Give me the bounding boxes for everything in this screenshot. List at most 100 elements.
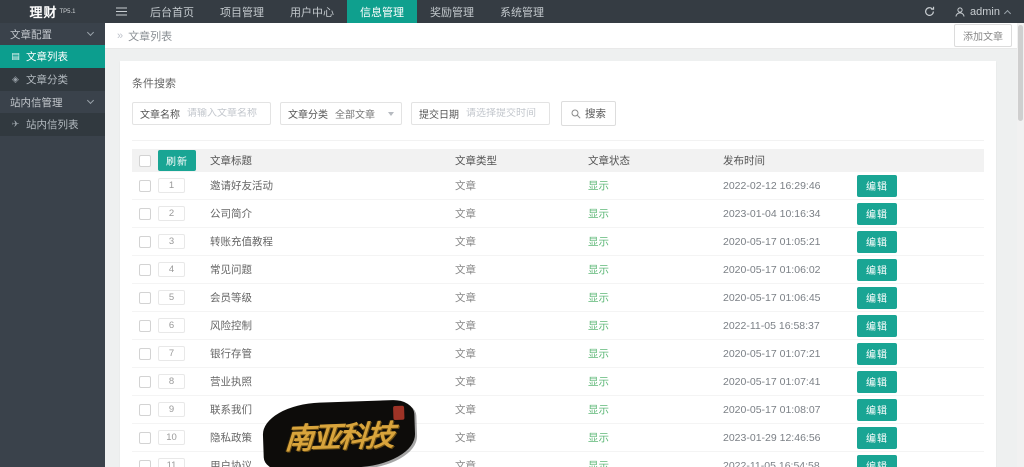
sidebar-group-label: 文章配置 [10,28,52,41]
row-checkbox[interactable] [139,431,151,444]
order-input[interactable]: 7 [158,346,185,361]
user-menu[interactable]: admin [955,5,1012,18]
sidebar-group-header[interactable]: 站内信管理 [0,91,105,113]
edit-button[interactable]: 编辑 [857,286,897,309]
edit-button[interactable]: 编辑 [857,258,897,281]
article-list-icon: ▤ [11,51,20,61]
username: admin [970,5,1000,18]
category-select[interactable]: 文章分类 全部文章 [280,102,402,125]
order-input[interactable]: 10 [158,430,185,445]
status-toggle[interactable]: 显示 [588,402,609,417]
submit-date-field[interactable]: 提交日期 [411,102,550,125]
publish-time: 2022-11-05 16:58:37 [723,319,820,332]
sidebar-item-label: 文章列表 [26,51,68,63]
sidebar: 文章配置 ▤ 文章列表 ◈ 文章分类 站内信管理 ✈ 站内信列表 [0,23,105,467]
status-toggle[interactable]: 显示 [588,206,609,221]
edit-button[interactable]: 编辑 [857,230,897,253]
scrollbar[interactable] [1017,23,1024,467]
sidebar-item[interactable]: ▤ 文章列表 [0,45,105,68]
order-input[interactable]: 11 [158,458,185,467]
filter-title: 条件搜索 [132,78,176,90]
row-checkbox[interactable] [139,235,151,248]
status-toggle[interactable]: 显示 [588,346,609,361]
status-toggle[interactable]: 显示 [588,318,609,333]
order-input[interactable]: 8 [158,374,185,389]
order-input[interactable]: 9 [158,402,185,417]
refresh-icon[interactable] [924,6,935,17]
chevron-up-icon [1003,9,1012,17]
edit-button[interactable]: 编辑 [857,370,897,393]
row-checkbox[interactable] [139,347,151,360]
edit-button[interactable]: 编辑 [857,174,897,197]
order-input[interactable]: 1 [158,178,185,193]
table-row: 10 隐私政策 文章 显示 2023-01-29 12:46:56 编辑 [132,424,984,452]
search-button[interactable]: 搜索 [561,101,616,126]
search-button-label: 搜索 [585,108,606,120]
article-type: 文章 [455,376,476,388]
article-title: 营业执照 [210,376,252,388]
add-article-button[interactable]: 添加文章 [954,24,1012,47]
status-toggle[interactable]: 显示 [588,430,609,445]
publish-time: 2022-02-12 16:29:46 [723,179,821,192]
topbar-menu-item[interactable]: 系统管理 [487,0,557,23]
article-title: 转账充值教程 [210,236,273,248]
breadcrumb: 文章列表 [128,30,173,43]
watermark-seal [393,405,405,421]
topbar-menu-item[interactable]: 后台首页 [137,0,207,23]
status-toggle[interactable]: 显示 [588,262,609,277]
chevron-down-icon [86,28,95,37]
edit-button[interactable]: 编辑 [857,398,897,421]
topbar-menu-item[interactable]: 奖励管理 [417,0,487,23]
chevron-down-icon [86,96,95,105]
publish-time: 2020-05-17 01:07:41 [723,375,821,388]
row-checkbox[interactable] [139,459,151,467]
article-title: 邀请好友活动 [210,180,273,192]
sidebar-item[interactable]: ✈ 站内信列表 [0,113,105,136]
message-list-icon: ✈ [11,119,20,129]
row-checkbox[interactable] [139,403,151,416]
article-title: 风险控制 [210,320,252,332]
order-input[interactable]: 4 [158,262,185,277]
refresh-button[interactable]: 刷新 [158,150,196,171]
order-input[interactable]: 6 [158,318,185,333]
filter-row: 文章名称 文章分类 全部文章 提交日期 搜索 [132,101,984,141]
article-type: 文章 [455,236,476,248]
row-checkbox[interactable] [139,375,151,388]
scrollbar-thumb[interactable] [1018,25,1023,121]
sidebar-group-header[interactable]: 文章配置 [0,23,105,45]
select-all-checkbox[interactable] [139,154,151,167]
row-checkbox[interactable] [139,207,151,220]
row-checkbox[interactable] [139,291,151,304]
edit-button[interactable]: 编辑 [857,454,897,467]
row-checkbox[interactable] [139,179,151,192]
order-input[interactable]: 3 [158,234,185,249]
status-toggle[interactable]: 显示 [588,234,609,249]
order-input[interactable]: 2 [158,206,185,221]
sidebar-item-label: 站内信列表 [26,119,79,131]
status-toggle[interactable]: 显示 [588,374,609,389]
topbar-menu-item[interactable]: 用户中心 [277,0,347,23]
status-toggle[interactable]: 显示 [588,458,609,467]
sidebar-item-label: 文章分类 [26,74,68,86]
header-article-status: 文章状态 [588,155,630,167]
edit-button[interactable]: 编辑 [857,202,897,225]
article-name-input[interactable] [187,108,263,119]
publish-time: 2023-01-29 12:46:56 [723,431,821,444]
topbar-menu-item[interactable]: 项目管理 [207,0,277,23]
sidebar-item[interactable]: ◈ 文章分类 [0,68,105,91]
edit-button[interactable]: 编辑 [857,426,897,449]
topbar-menu-item[interactable]: 信息管理 [347,0,417,23]
article-title: 会员等级 [210,292,252,304]
edit-button[interactable]: 编辑 [857,314,897,337]
status-toggle[interactable]: 显示 [588,290,609,305]
submit-date-input[interactable] [466,108,542,119]
status-toggle[interactable]: 显示 [588,178,609,193]
app-logo[interactable]: 理财 TP5.1 [0,0,105,23]
order-input[interactable]: 5 [158,290,185,305]
menu-toggle-icon[interactable] [105,0,137,23]
table-row: 9 联系我们 文章 显示 2020-05-17 01:08:07 编辑 [132,396,984,424]
edit-button[interactable]: 编辑 [857,342,897,365]
row-checkbox[interactable] [139,263,151,276]
row-checkbox[interactable] [139,319,151,332]
article-name-field[interactable]: 文章名称 [132,102,271,125]
